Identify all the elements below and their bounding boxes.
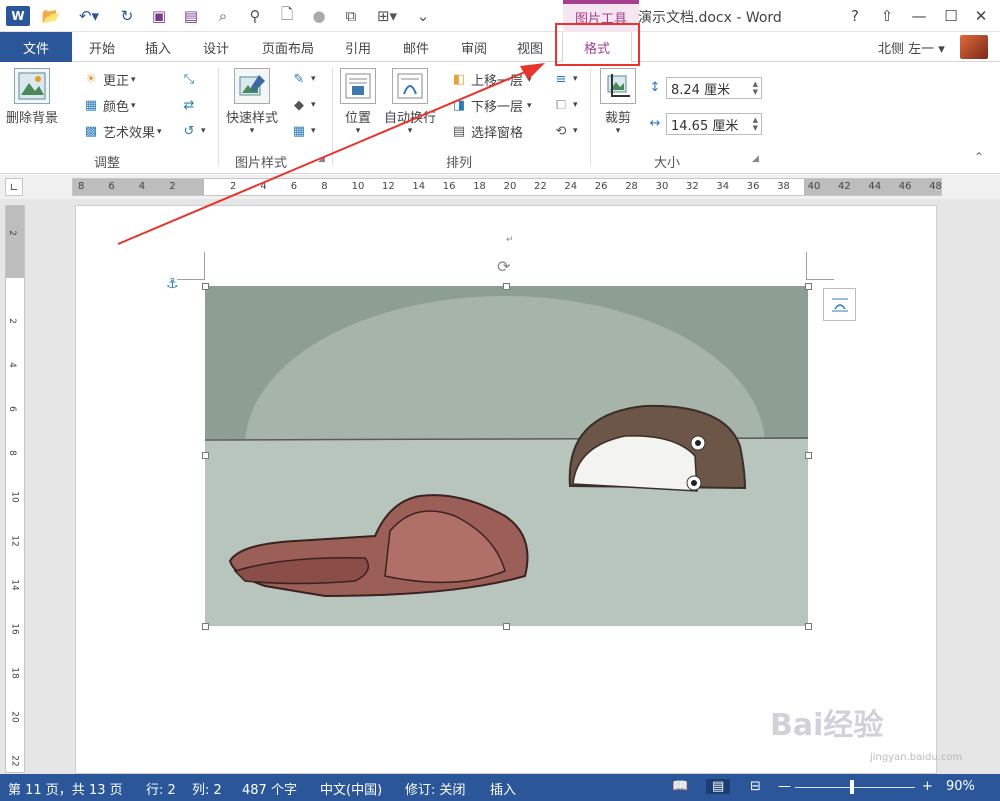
- zoom-in-button[interactable]: +: [922, 779, 933, 794]
- read-mode-icon[interactable]: 📖: [672, 779, 688, 794]
- track-changes[interactable]: 修订: 关闭: [405, 779, 466, 798]
- web-layout-icon[interactable]: ⊟: [750, 779, 761, 794]
- line-number: 行: 2: [146, 783, 176, 798]
- page-count[interactable]: 第 11 页，共 13 页: [8, 779, 123, 798]
- zoom-out-button[interactable]: —: [778, 779, 791, 794]
- language[interactable]: 中文(中国): [320, 779, 382, 798]
- zoom-level[interactable]: 90%: [946, 779, 975, 794]
- baidu-watermark: Bai经验: [770, 708, 884, 743]
- annotation-arrow: [117, 63, 545, 245]
- baidu-watermark-url: jingyan.baidu.com: [870, 752, 963, 763]
- column-number: 列: 2: [192, 783, 222, 798]
- print-layout-icon[interactable]: ▤: [706, 779, 731, 794]
- insert-mode[interactable]: 插入: [490, 779, 516, 798]
- word-count[interactable]: 487 个字: [242, 779, 297, 798]
- status-bar: 第 11 页，共 13 页 行: 2 列: 2 487 个字 中文(中国) 修订…: [0, 774, 1000, 801]
- zoom-slider[interactable]: [795, 787, 915, 788]
- zoom-slider-thumb[interactable]: [850, 780, 854, 794]
